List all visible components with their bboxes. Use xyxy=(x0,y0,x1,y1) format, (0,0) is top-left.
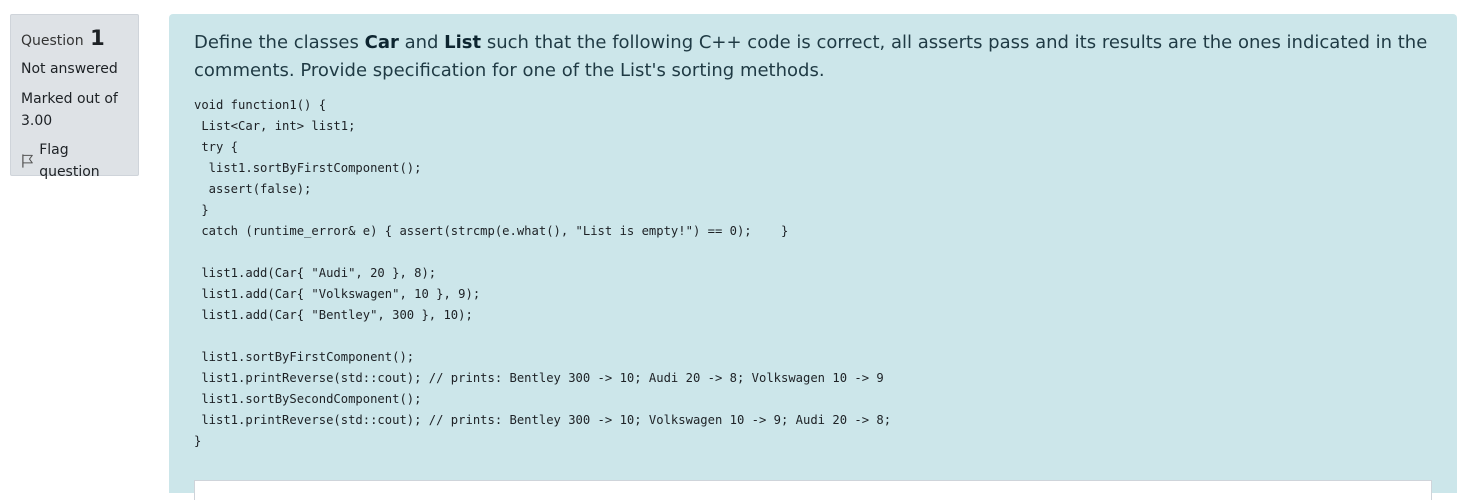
question-content: Define the classes Car and List such tha… xyxy=(169,14,1457,493)
flag-outline-icon xyxy=(22,154,33,168)
question-text-part2: and xyxy=(398,32,445,53)
question-number-heading: Question 1 xyxy=(21,23,128,56)
code-block: void function1() { List<Car, int> list1;… xyxy=(194,98,892,448)
answer-editor[interactable] xyxy=(194,480,1432,500)
flag-question-label: Flag question xyxy=(39,142,100,180)
question-text-part1: Define the classes xyxy=(194,32,365,53)
class-name-list: List xyxy=(444,32,482,53)
question-number: 1 xyxy=(90,26,105,50)
question-info-panel: Question 1 Not answered Marked out of 3.… xyxy=(10,14,139,180)
flag-question-button[interactable]: Flag question xyxy=(21,139,128,183)
grade-value: 3.00 xyxy=(21,113,53,129)
question-grade: Marked out of 3.00 xyxy=(21,88,128,132)
question-label: Question xyxy=(21,33,84,49)
question-text: Define the classes Car and List such tha… xyxy=(194,29,1432,85)
question-state: Not answered xyxy=(21,61,118,77)
class-name-car: Car xyxy=(364,32,399,53)
grade-label: Marked out of xyxy=(21,91,118,107)
